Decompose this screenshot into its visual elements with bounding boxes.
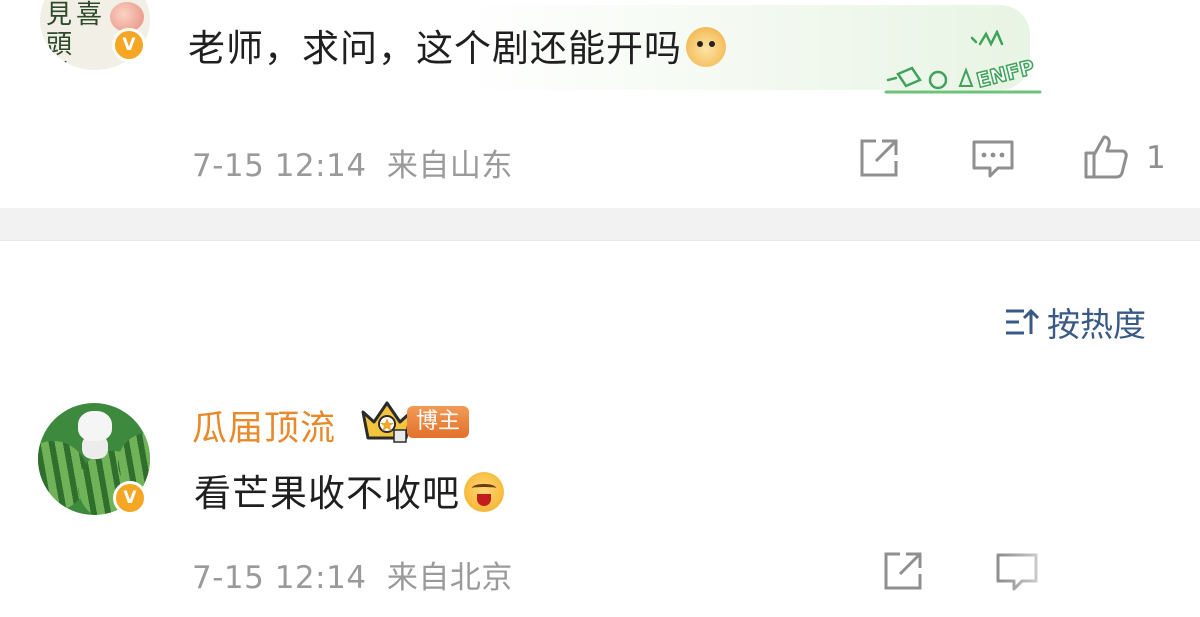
verified-badge: V — [113, 481, 147, 515]
avatar-calligraphy: 見喜頭徹 — [46, 0, 107, 70]
username[interactable]: 瓜届顶流 — [192, 400, 336, 451]
like-icon[interactable] — [1082, 133, 1130, 181]
sort-icon — [1006, 308, 1039, 335]
comment-timestamp: 7-15 12:14 — [192, 560, 367, 596]
sort-by-hot-button[interactable]: 按热度 — [1003, 298, 1146, 346]
enfp-label: ENFP — [974, 55, 1037, 92]
crown-icon — [361, 401, 413, 443]
verified-badge: V — [112, 28, 146, 62]
bottom-fade-overlay — [1000, 535, 1200, 617]
like-count: 1 — [1146, 140, 1166, 176]
comment-text: 看芒果收不收吧 — [194, 463, 504, 517]
comment-text: 老师，求问，这个剧还能开吗 — [188, 18, 726, 72]
doge-emoji — [686, 27, 726, 67]
comment-icon[interactable] — [970, 138, 1016, 180]
section-divider — [0, 208, 1200, 241]
comment-text-content: 老师，求问，这个剧还能开吗 — [188, 27, 682, 70]
comment-meta: 7-15 12:14 来自山东 — [192, 140, 513, 185]
enfp-decoration-icon: ENFP — [884, 30, 1042, 94]
comment-location: 来自山东 — [386, 148, 513, 184]
blogger-badge: 博主 — [407, 406, 470, 438]
share-icon[interactable] — [882, 550, 926, 592]
comment-location: 来自北京 — [386, 560, 513, 596]
comment-text-content: 看芒果收不收吧 — [194, 472, 460, 515]
comment-timestamp: 7-15 12:14 — [192, 148, 367, 184]
share-icon[interactable] — [858, 137, 902, 179]
tongue-out-emoji — [464, 472, 504, 512]
sort-label: 按热度 — [1047, 305, 1146, 344]
comment-meta: 7-15 12:14 来自北京 — [192, 552, 513, 597]
